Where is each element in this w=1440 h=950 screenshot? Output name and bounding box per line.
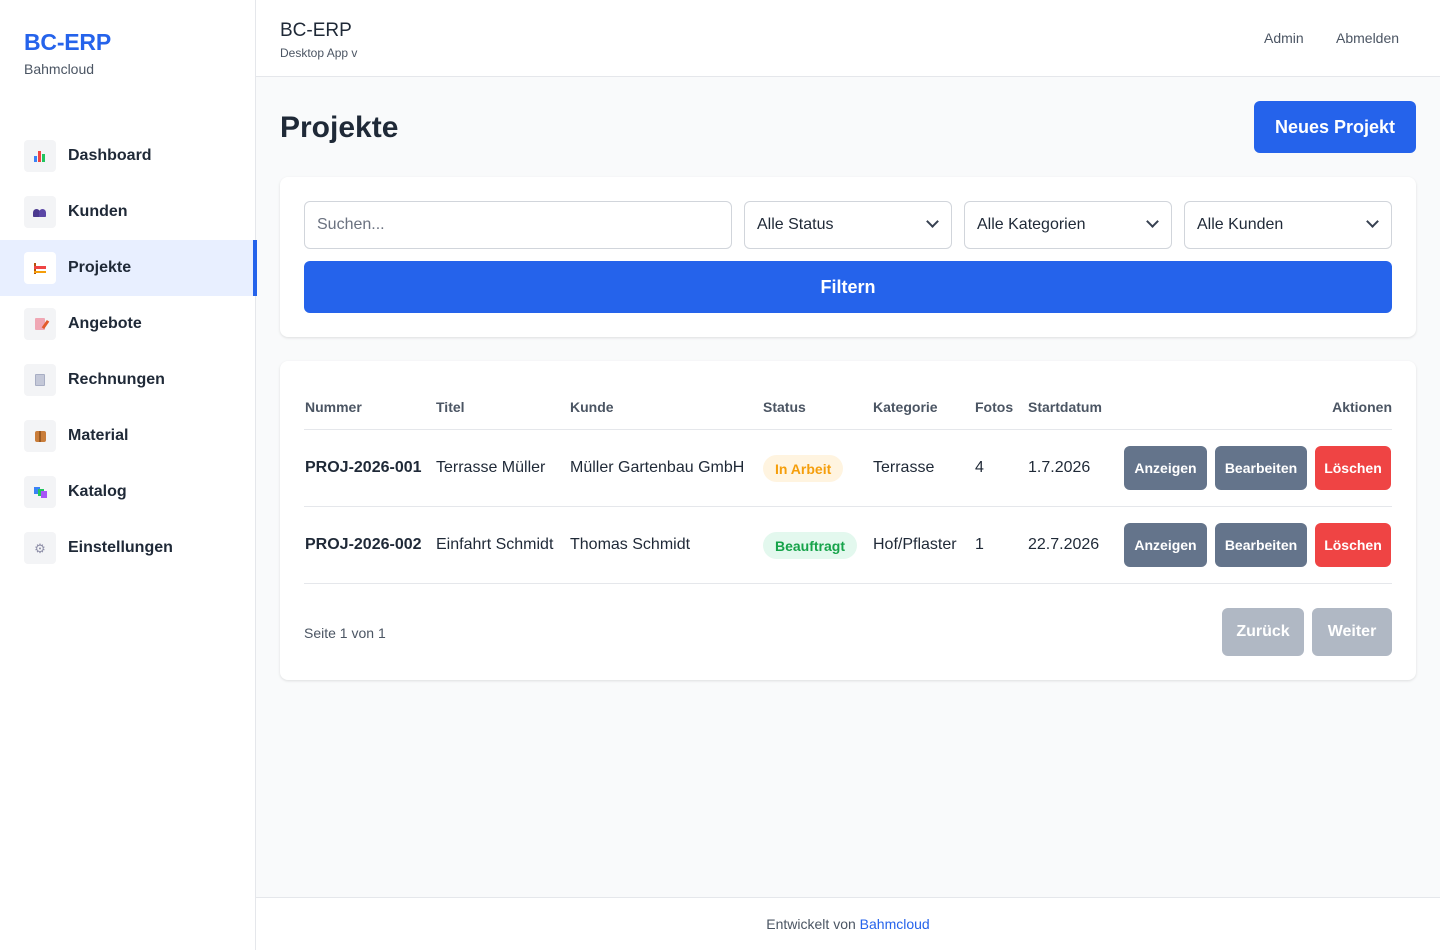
logout-link[interactable]: Abmelden xyxy=(1336,30,1399,46)
project-start-date: 1.7.2026 xyxy=(1028,459,1091,476)
next-page-button[interactable]: Weiter xyxy=(1312,608,1392,656)
chevron-down-icon xyxy=(1146,215,1159,228)
new-project-button[interactable]: Neues Projekt xyxy=(1254,101,1416,153)
memo-icon xyxy=(24,308,56,340)
column-header-title: Titel xyxy=(436,399,465,415)
project-number: PROJ-2026-002 xyxy=(305,536,422,553)
sidebar-nav: Dashboard Kunden Projekte Angebote Rechn… xyxy=(0,128,257,576)
app-version: Desktop App v xyxy=(280,46,358,60)
sidebar-item-material[interactable]: Material xyxy=(0,408,256,464)
sidebar-item-label: Einstellungen xyxy=(68,539,173,556)
sidebar-item-kunden[interactable]: Kunden xyxy=(0,184,256,240)
package-icon xyxy=(24,420,56,452)
sidebar-item-einstellungen[interactable]: ⚙ Einstellungen xyxy=(0,520,256,576)
bar-chart-icon xyxy=(24,140,56,172)
chevron-down-icon xyxy=(926,215,939,228)
column-header-category: Kategorie xyxy=(873,399,938,415)
sidebar-item-label: Rechnungen xyxy=(68,371,165,388)
customer-select-value: Alle Kunden xyxy=(1197,216,1284,233)
status-badge: Beauftragt xyxy=(763,532,858,559)
project-customer: Müller Gartenbau GmbH xyxy=(570,459,745,476)
sidebar-item-rechnungen[interactable]: Rechnungen xyxy=(0,352,256,408)
construction-icon xyxy=(24,252,56,284)
column-header-customer: Kunde xyxy=(570,399,614,415)
column-header-photos: Fotos xyxy=(975,399,1014,415)
footer: Entwickelt von Bahmcloud xyxy=(256,897,1440,950)
search-input[interactable] xyxy=(304,201,732,249)
project-title: Einfahrt Schmidt xyxy=(436,536,554,553)
category-select-value: Alle Kategorien xyxy=(977,216,1086,233)
table-row: PROJ-2026-002 Einfahrt Schmidt Thomas Sc… xyxy=(304,507,1392,584)
sidebar-item-label: Katalog xyxy=(68,483,127,500)
status-select-value: Alle Status xyxy=(757,216,834,233)
brand-title: BC-ERP xyxy=(24,29,111,55)
project-customer: Thomas Schmidt xyxy=(570,536,691,553)
books-icon xyxy=(24,476,56,508)
chevron-down-icon xyxy=(1366,215,1379,228)
brand-subtitle: Bahmcloud xyxy=(24,61,95,77)
view-button[interactable]: Anzeigen xyxy=(1124,446,1207,490)
sidebar-item-label: Projekte xyxy=(68,259,132,276)
projects-table: Nummer Titel Kunde Status Kategorie Foto… xyxy=(280,361,1416,680)
project-title: Terrasse Müller xyxy=(436,459,546,476)
sidebar-item-angebote[interactable]: Angebote xyxy=(0,296,256,352)
column-header-status: Status xyxy=(763,399,806,415)
project-photos: 1 xyxy=(975,536,984,553)
admin-link[interactable]: Admin xyxy=(1264,30,1304,46)
page-title: Projekte xyxy=(280,111,399,144)
customer-select[interactable]: Alle Kunden xyxy=(1184,201,1392,249)
sidebar-item-projekte[interactable]: Projekte xyxy=(0,240,257,296)
project-category: Terrasse xyxy=(873,459,935,476)
column-header-actions: Aktionen xyxy=(1332,399,1392,415)
pagination-info: Seite 1 von 1 xyxy=(304,625,386,641)
sidebar: BC-ERP Bahmcloud Dashboard Kunden Projek… xyxy=(0,0,257,950)
delete-button[interactable]: Löschen xyxy=(1315,523,1391,567)
footer-link[interactable]: Bahmcloud xyxy=(860,916,930,932)
sidebar-item-label: Dashboard xyxy=(68,147,152,164)
project-start-date: 22.7.2026 xyxy=(1028,536,1100,553)
edit-button[interactable]: Bearbeiten xyxy=(1215,446,1307,490)
sidebar-item-label: Material xyxy=(68,427,129,444)
app-title: BC-ERP xyxy=(280,20,352,41)
table-header: Nummer Titel Kunde Status Kategorie Foto… xyxy=(304,397,1392,430)
status-select[interactable]: Alle Status xyxy=(744,201,952,249)
sidebar-item-dashboard[interactable]: Dashboard xyxy=(0,128,256,184)
sidebar-item-katalog[interactable]: Katalog xyxy=(0,464,256,520)
delete-button[interactable]: Löschen xyxy=(1315,446,1391,490)
prev-page-button[interactable]: Zurück xyxy=(1222,608,1304,656)
filter-panel: Alle Status Alle Kategorien Alle Kunden … xyxy=(280,177,1416,337)
footer-text: Entwickelt von xyxy=(766,916,856,932)
project-category: Hof/Pflaster xyxy=(873,536,957,553)
users-icon xyxy=(24,196,56,228)
top-header: BC-ERP Desktop App v Admin Abmelden xyxy=(256,0,1440,77)
column-header-number: Nummer xyxy=(305,399,362,415)
edit-button[interactable]: Bearbeiten xyxy=(1215,523,1307,567)
view-button[interactable]: Anzeigen xyxy=(1124,523,1207,567)
brand: BC-ERP Bahmcloud xyxy=(0,0,255,112)
project-number: PROJ-2026-001 xyxy=(305,459,422,476)
filter-button[interactable]: Filtern xyxy=(304,261,1392,313)
table-row: PROJ-2026-001 Terrasse Müller Müller Gar… xyxy=(304,430,1392,507)
column-header-start: Startdatum xyxy=(1028,399,1102,415)
gear-icon: ⚙ xyxy=(24,532,56,564)
sidebar-item-label: Kunden xyxy=(68,203,128,220)
status-badge: In Arbeit xyxy=(763,455,844,482)
category-select[interactable]: Alle Kategorien xyxy=(964,201,1172,249)
project-photos: 4 xyxy=(975,459,984,476)
receipt-icon xyxy=(24,364,56,396)
sidebar-item-label: Angebote xyxy=(68,315,142,332)
main-content: Projekte Neues Projekt Alle Status Alle … xyxy=(256,77,1440,897)
